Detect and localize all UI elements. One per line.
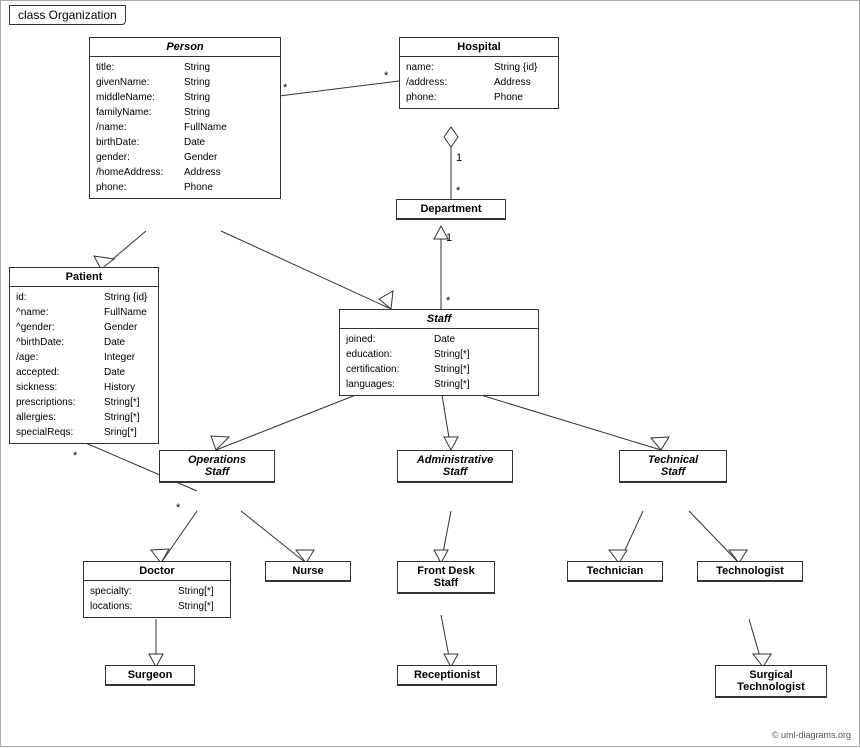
class-staff: Staff joined:Date education:String[*] ce… [339,309,539,396]
class-person-body: title:String givenName:String middleName… [90,57,280,198]
class-person: Person title:String givenName:String mid… [89,37,281,199]
class-staff-body: joined:Date education:String[*] certific… [340,329,538,395]
class-technician-header: Technician [568,562,662,581]
class-front-desk-staff: Front DeskStaff [397,561,495,594]
class-patient: Patient id:String {id} ^name:FullName ^g… [9,267,159,444]
class-receptionist-header: Receptionist [398,666,496,685]
diagram-title: class Organization [9,5,126,25]
class-nurse: Nurse [265,561,351,582]
class-technical-staff: TechnicalStaff [619,450,727,483]
class-technical-staff-header: TechnicalStaff [620,451,726,482]
class-hospital-header: Hospital [400,38,558,57]
class-nurse-header: Nurse [266,562,350,581]
class-technologist-header: Technologist [698,562,802,581]
class-person-header: Person [90,38,280,57]
svg-text:*: * [456,185,461,197]
class-surgeon-header: Surgeon [106,666,194,685]
class-receptionist: Receptionist [397,665,497,686]
svg-text:*: * [176,502,181,514]
class-patient-header: Patient [10,268,158,287]
class-doctor: Doctor specialty:String[*] locations:Str… [83,561,231,618]
class-technician: Technician [567,561,663,582]
class-patient-body: id:String {id} ^name:FullName ^gender:Ge… [10,287,158,443]
class-technologist: Technologist [697,561,803,582]
svg-text:1: 1 [446,232,452,244]
diagram-container: class Organization * * 1 * 1 * * [0,0,860,747]
svg-text:*: * [283,82,288,94]
class-front-desk-staff-header: Front DeskStaff [398,562,494,593]
class-hospital: Hospital name:String {id} /address:Addre… [399,37,559,109]
class-doctor-body: specialty:String[*] locations:String[*] [84,581,230,617]
copyright: © uml-diagrams.org [772,730,851,740]
svg-text:*: * [446,295,451,307]
class-administrative-staff-header: AdministrativeStaff [398,451,512,482]
class-department-header: Department [397,200,505,219]
svg-text:*: * [384,70,389,82]
class-doctor-header: Doctor [84,562,230,581]
class-surgical-technologist-header: SurgicalTechnologist [716,666,826,697]
svg-text:1: 1 [456,152,462,164]
class-department: Department [396,199,506,220]
svg-text:*: * [73,450,78,462]
class-operations-staff: OperationsStaff [159,450,275,483]
class-staff-header: Staff [340,310,538,329]
class-administrative-staff: AdministrativeStaff [397,450,513,483]
class-surgeon: Surgeon [105,665,195,686]
class-surgical-technologist: SurgicalTechnologist [715,665,827,698]
class-hospital-body: name:String {id} /address:Address phone:… [400,57,558,108]
class-operations-staff-header: OperationsStaff [160,451,274,482]
